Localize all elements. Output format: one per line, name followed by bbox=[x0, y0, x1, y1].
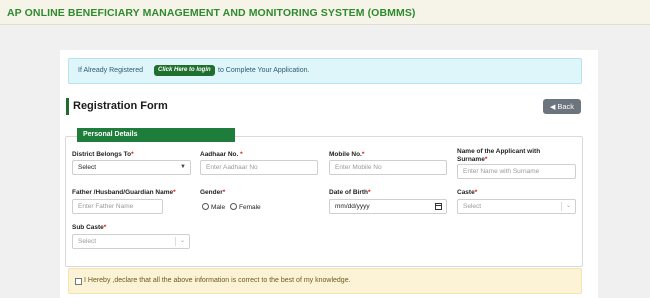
subcaste-label: Sub Caste* bbox=[72, 224, 107, 231]
select-separator bbox=[561, 202, 562, 211]
declaration-checkbox[interactable] bbox=[75, 278, 82, 285]
radio-icon bbox=[202, 203, 209, 210]
aadhaar-input[interactable]: Enter Aadhaar No bbox=[200, 160, 318, 175]
aadhaar-label: Aadhaar No. * bbox=[200, 151, 243, 158]
gender-label: Gender* bbox=[200, 189, 226, 196]
district-label: District Belongs To* bbox=[72, 151, 134, 158]
top-header: AP ONLINE BENEFICIARY MANAGEMENT AND MON… bbox=[0, 0, 650, 25]
dob-label: Date of Birth* bbox=[329, 189, 371, 196]
dob-input[interactable]: mm/dd/yyyy bbox=[329, 199, 447, 214]
radio-icon bbox=[230, 203, 237, 210]
info-prefix: If Already Registered bbox=[78, 67, 143, 74]
arrow-left-circle-icon: ◀ bbox=[549, 104, 556, 111]
login-info-bar: If Already Registered Click Here to logi… bbox=[68, 58, 582, 84]
father-name-input[interactable]: Enter Father Name bbox=[72, 199, 163, 214]
caste-label: Caste* bbox=[457, 189, 478, 196]
applicant-name-input[interactable]: Enter Name with Surname bbox=[457, 164, 576, 179]
back-label: Back bbox=[557, 102, 575, 111]
chevron-down-icon: ⌄ bbox=[179, 238, 185, 244]
mobile-input[interactable]: Enter Mobile No bbox=[329, 160, 447, 175]
page-title: Registration Form bbox=[66, 98, 168, 115]
section-header: Personal Details bbox=[77, 128, 235, 142]
app-title: AP ONLINE BENEFICIARY MANAGEMENT AND MON… bbox=[7, 7, 416, 19]
gender-female-radio[interactable]: Female bbox=[230, 203, 261, 212]
info-suffix: to Complete Your Application. bbox=[218, 67, 310, 74]
district-select[interactable]: Select ▼ bbox=[72, 160, 191, 175]
chevron-down-icon: ▼ bbox=[180, 164, 186, 170]
subcaste-select[interactable]: Select ⌄ bbox=[72, 234, 190, 249]
declaration-text: I Hereby ,declare that all the above inf… bbox=[84, 277, 351, 284]
select-separator bbox=[175, 237, 176, 246]
mobile-label: Mobile No.* bbox=[329, 151, 365, 158]
father-name-label: Father /Husband/Guardian Name* bbox=[72, 189, 176, 196]
registration-card: If Already Registered Click Here to logi… bbox=[60, 50, 598, 298]
calendar-icon bbox=[435, 203, 442, 210]
login-button[interactable]: Click Here to login bbox=[154, 65, 215, 76]
applicant-name-label: Name of the Applicant with Surname* bbox=[457, 148, 541, 163]
chevron-down-icon: ⌄ bbox=[565, 203, 571, 209]
declaration-bar: I Hereby ,declare that all the above inf… bbox=[68, 268, 582, 294]
gender-male-radio[interactable]: Male bbox=[202, 203, 225, 212]
caste-select[interactable]: Select ⌄ bbox=[457, 199, 576, 214]
back-button[interactable]: ◀ Back bbox=[543, 99, 581, 114]
